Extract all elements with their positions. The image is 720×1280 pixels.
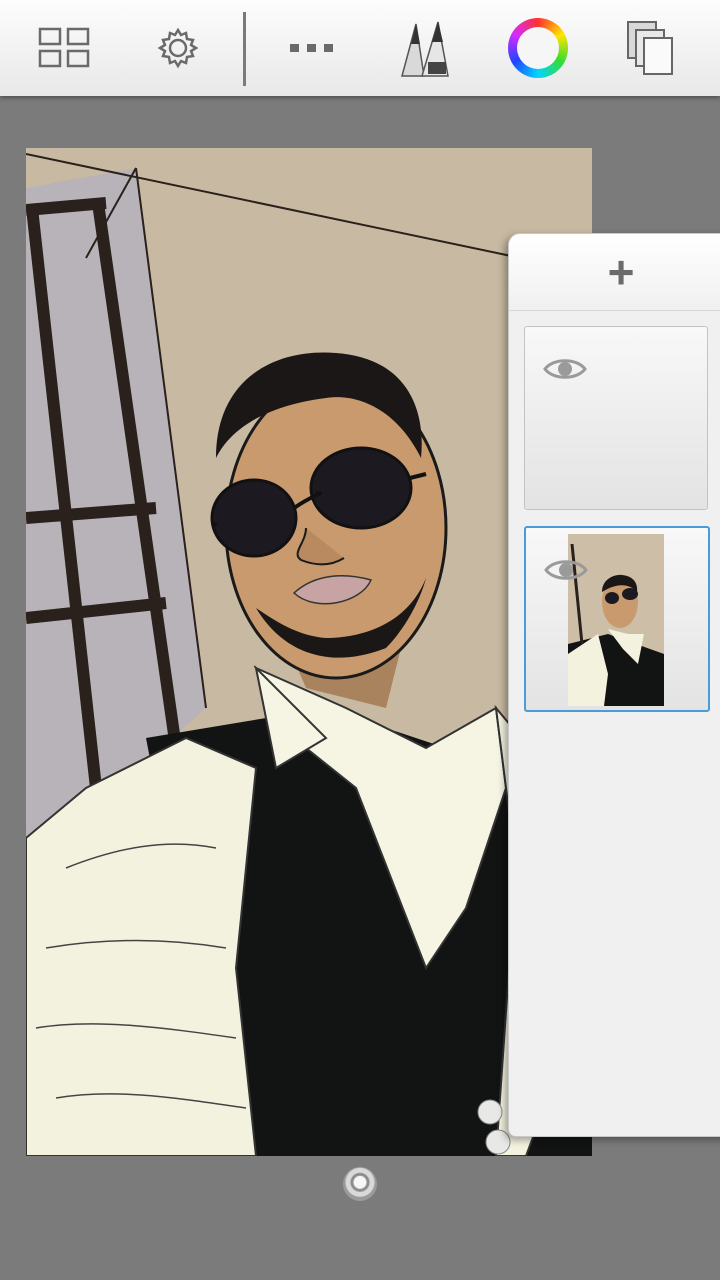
add-layer-button[interactable]: + <box>509 234 720 311</box>
layers-panel: + <box>508 233 720 1137</box>
toolbar-divider <box>243 12 246 86</box>
visibility-eye-icon[interactable] <box>544 556 588 589</box>
color-wheel-icon[interactable] <box>506 0 570 96</box>
more-dots-icon[interactable] <box>282 0 342 96</box>
add-layer-icon: + <box>607 246 635 298</box>
layers-icon[interactable] <box>622 0 682 96</box>
settings-gear-icon[interactable] <box>148 0 208 96</box>
brush-tools-icon[interactable] <box>392 0 456 96</box>
visibility-eye-icon[interactable] <box>543 355 587 388</box>
gallery-grid-icon[interactable] <box>30 0 100 96</box>
top-toolbar <box>0 0 720 96</box>
layer-thumbnail-drawing[interactable] <box>524 526 710 712</box>
layer-thumbnail-empty[interactable] <box>524 326 708 510</box>
canvas-resize-handle[interactable] <box>343 1167 377 1201</box>
